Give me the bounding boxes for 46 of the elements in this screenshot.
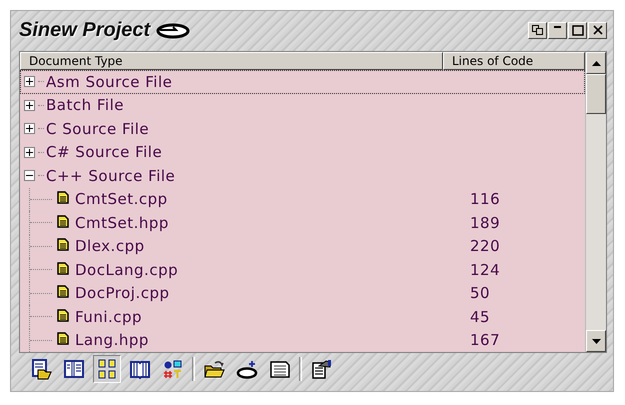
minimize-button[interactable] xyxy=(548,22,567,38)
line-count: 167 xyxy=(470,331,500,350)
plus-icon xyxy=(26,102,33,109)
file-name[interactable]: Funi.cpp xyxy=(75,308,470,326)
expand-button[interactable] xyxy=(24,146,35,158)
plus-icon xyxy=(26,125,33,132)
column-header[interactable]: Lines of Code xyxy=(443,52,585,70)
restore-button[interactable] xyxy=(528,22,547,38)
line-count: 189 xyxy=(470,214,500,232)
scroll-down-button[interactable] xyxy=(586,330,606,352)
file-name[interactable]: CmtSet.hpp xyxy=(75,214,470,232)
line-count: 220 xyxy=(470,237,500,256)
column-header[interactable]: Document Type xyxy=(20,52,443,70)
line-count: 116 xyxy=(470,190,500,208)
line-count: 45 xyxy=(470,308,490,326)
file-name[interactable]: CmtSet.cpp xyxy=(75,190,470,208)
expand-button[interactable] xyxy=(24,76,35,88)
scroll-thumb[interactable] xyxy=(586,74,606,114)
file-name[interactable]: DocProj.cpp xyxy=(75,284,470,302)
plus-icon xyxy=(26,78,33,86)
line-count: 124 xyxy=(470,260,500,279)
file-name[interactable]: Dlex.cpp xyxy=(75,237,470,256)
file-name[interactable]: Lang.hpp xyxy=(75,331,470,350)
expand-button[interactable] xyxy=(24,123,35,134)
scroll-up-button[interactable] xyxy=(586,52,606,74)
folder-label[interactable]: Batch File xyxy=(46,96,585,114)
maximize-button[interactable] xyxy=(568,22,587,38)
grid-button[interactable] xyxy=(93,355,121,383)
folder-label[interactable]: C Source File xyxy=(46,120,585,138)
scrollbar[interactable] xyxy=(585,52,606,352)
folder-label[interactable]: C++ Source File xyxy=(46,166,585,185)
down-arrow-icon xyxy=(592,338,600,344)
folder-label[interactable]: C# Source File xyxy=(46,143,585,162)
expand-button[interactable] xyxy=(24,100,35,111)
close-button[interactable] xyxy=(588,22,607,38)
close-icon xyxy=(592,25,602,35)
minimize-icon xyxy=(554,26,561,28)
maximize-icon xyxy=(572,24,584,36)
folder-label[interactable]: Asm Source File xyxy=(46,72,585,91)
file-name[interactable]: DocLang.cpp xyxy=(75,260,470,279)
line-count: 50 xyxy=(470,284,490,302)
restore-icon xyxy=(532,25,543,35)
up-arrow-icon xyxy=(592,60,600,66)
collapse-button[interactable] xyxy=(24,170,35,182)
plus-icon xyxy=(26,148,33,156)
window-title: Sinew Project xyxy=(19,18,150,42)
